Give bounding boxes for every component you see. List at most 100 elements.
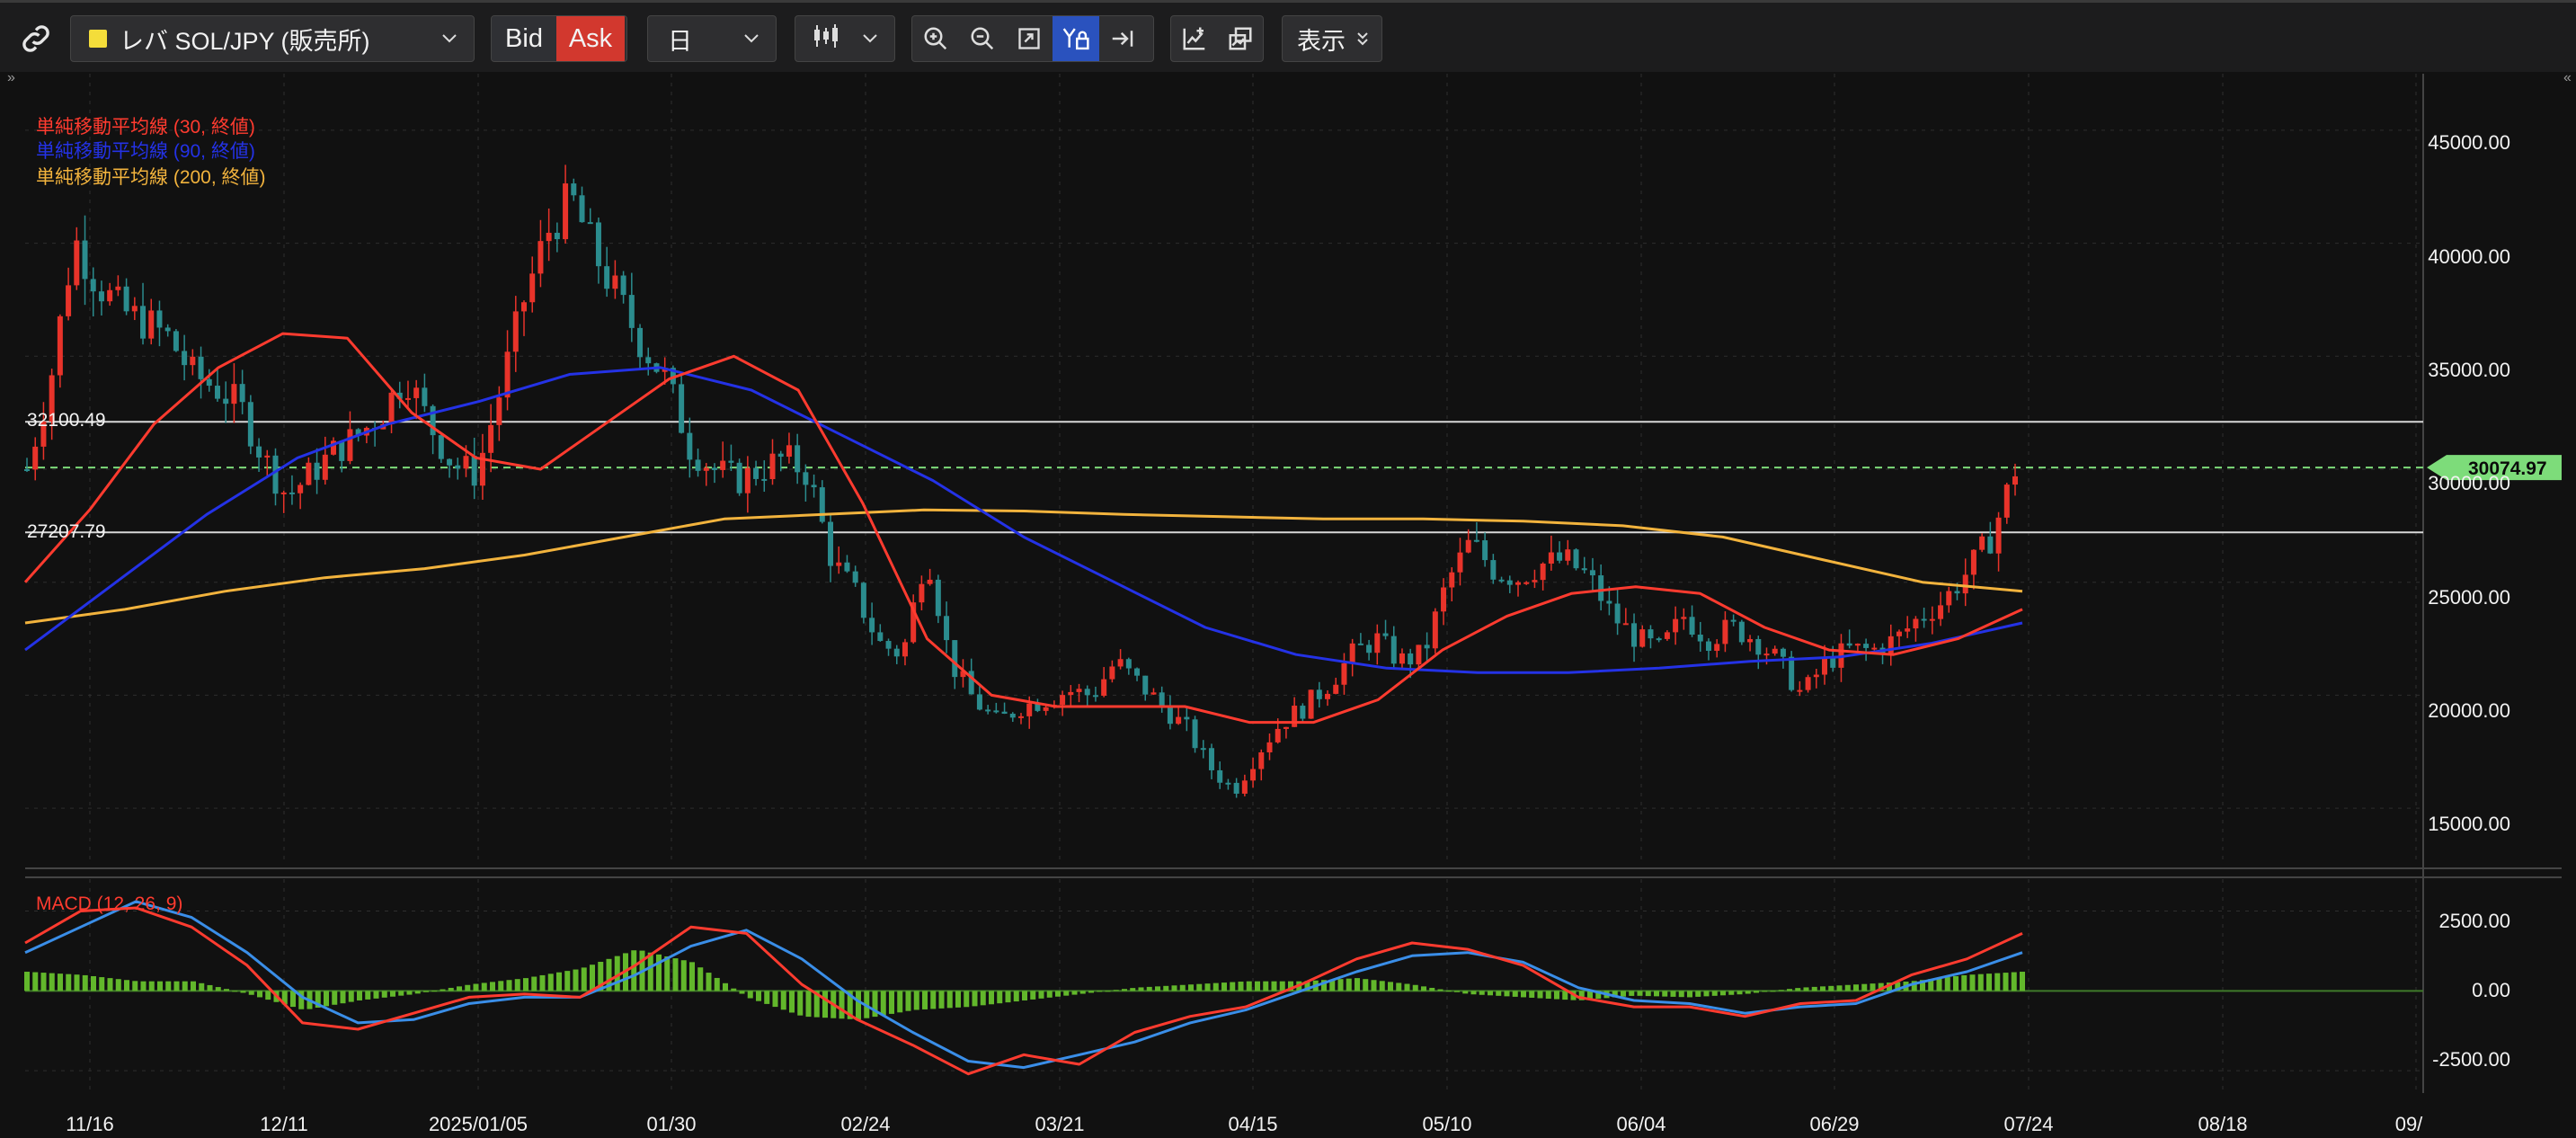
candle-body	[1316, 689, 1322, 699]
candle-body	[736, 462, 742, 493]
macd-histogram-bar	[257, 991, 262, 998]
candle-body	[919, 583, 925, 603]
candle-body	[1921, 618, 1927, 621]
x-tick-label: 09/	[2395, 1113, 2423, 1135]
macd-histogram-bar	[531, 976, 537, 991]
candle-body	[554, 232, 560, 240]
macd-histogram-bar	[132, 981, 138, 991]
candle-body	[1614, 603, 1621, 624]
macd-histogram-bar	[1263, 981, 1269, 991]
candle-body	[563, 183, 569, 240]
macd-histogram-bar	[880, 991, 886, 1016]
macd-histogram-bar	[1071, 991, 1078, 995]
macd-histogram-bar	[997, 991, 1003, 1004]
candle-body	[1656, 638, 1662, 641]
candle-body	[512, 311, 519, 352]
candle-body	[1648, 629, 1654, 639]
macd-histogram-bar	[1179, 984, 1186, 991]
macd-histogram-bar	[856, 991, 861, 1020]
macd-histogram-bar	[1396, 982, 1402, 991]
x-tick-label: 2025/01/05	[429, 1113, 528, 1135]
macd-histogram-bar	[1870, 983, 1876, 991]
candle-body	[190, 356, 196, 366]
candle-body	[711, 467, 717, 470]
macd-histogram-bar	[905, 991, 911, 1011]
candle-body	[786, 445, 792, 458]
macd-histogram-bar	[714, 977, 720, 991]
chart-area[interactable]: 単純移動平均線 (30, 終値) 単純移動平均線 (90, 終値) 単純移動平均…	[0, 0, 2576, 1138]
candle-body	[935, 579, 941, 617]
macd-histogram-bar	[124, 980, 129, 991]
candle-body	[115, 286, 121, 290]
candle-body	[546, 232, 552, 242]
candle-body	[1772, 648, 1778, 654]
macd-histogram-bar	[115, 979, 121, 991]
candle-body	[66, 285, 72, 316]
macd-histogram-bar	[1063, 991, 1070, 996]
candle-body	[1043, 707, 1049, 711]
macd-histogram-bar	[1853, 984, 1859, 991]
macd-histogram-bar	[1437, 989, 1443, 991]
macd-histogram-bar	[1196, 983, 1203, 991]
candle-body	[1018, 716, 1024, 718]
candle-body	[877, 632, 884, 642]
candle-body	[1565, 549, 1571, 561]
macd-histogram-bar	[490, 982, 495, 991]
macd-histogram-bar	[1496, 991, 1502, 996]
candle-body	[1167, 705, 1173, 725]
macd-histogram-bar	[564, 971, 571, 991]
candle-body	[777, 453, 784, 458]
candle-body	[1283, 726, 1289, 729]
candle-body	[1705, 641, 1711, 652]
candle-body	[1150, 692, 1157, 695]
hline-label-upper: 32100.49	[27, 410, 106, 431]
macd-histogram-bar	[1130, 988, 1136, 991]
macd-histogram-bar	[140, 981, 147, 991]
candle-body	[1747, 638, 1754, 643]
macd-histogram-bar	[1371, 980, 1377, 991]
candle-body	[645, 357, 652, 364]
macd-histogram-bar	[1795, 988, 1801, 991]
candle-body	[488, 424, 494, 453]
candle-body	[2003, 485, 2010, 518]
candle-body	[306, 462, 312, 485]
candle-body	[1987, 536, 1994, 554]
macd-histogram-bar	[1030, 991, 1036, 1000]
macd-histogram-bar	[989, 991, 994, 1005]
candle-body	[1333, 684, 1339, 694]
candle-body	[1357, 643, 1364, 645]
candle-body	[679, 384, 685, 433]
candle-body	[206, 378, 212, 387]
macd-histogram-bar	[1122, 989, 1127, 991]
macd-histogram-bar	[1545, 991, 1551, 1000]
macd-histogram-bar	[182, 981, 188, 991]
macd-histogram-bar	[498, 981, 504, 991]
candle-body	[1938, 605, 1944, 619]
macd-histogram-bar	[440, 989, 446, 991]
macd-histogram-bar	[2003, 973, 2009, 991]
macd-histogram-bar	[972, 991, 978, 1007]
candle-body	[1416, 645, 1422, 665]
macd-histogram-bar	[66, 974, 72, 991]
macd-histogram-bar	[1388, 982, 1393, 991]
x-tick-label: 05/10	[1422, 1113, 1471, 1135]
candle-body	[1946, 591, 1952, 606]
candle-body	[1176, 716, 1182, 725]
candle-body	[1473, 539, 1479, 542]
macd-histogram-bar	[265, 991, 271, 1000]
candle-body	[231, 384, 237, 405]
candle-body	[1092, 695, 1098, 698]
candle-body	[347, 429, 353, 461]
macd-histogram-bar	[248, 991, 254, 995]
macd-histogram-bar	[922, 991, 928, 1009]
macd-histogram-bar	[1238, 982, 1244, 991]
candle-body	[1738, 621, 1745, 643]
candle-body	[471, 456, 477, 486]
candle-body	[131, 306, 138, 312]
candle-body	[1192, 719, 1198, 749]
candle-body	[985, 709, 991, 712]
candle-body	[1515, 582, 1521, 585]
candle-body	[1241, 780, 1248, 794]
macd-histogram-bar	[457, 986, 462, 991]
candle-body	[1266, 742, 1273, 752]
